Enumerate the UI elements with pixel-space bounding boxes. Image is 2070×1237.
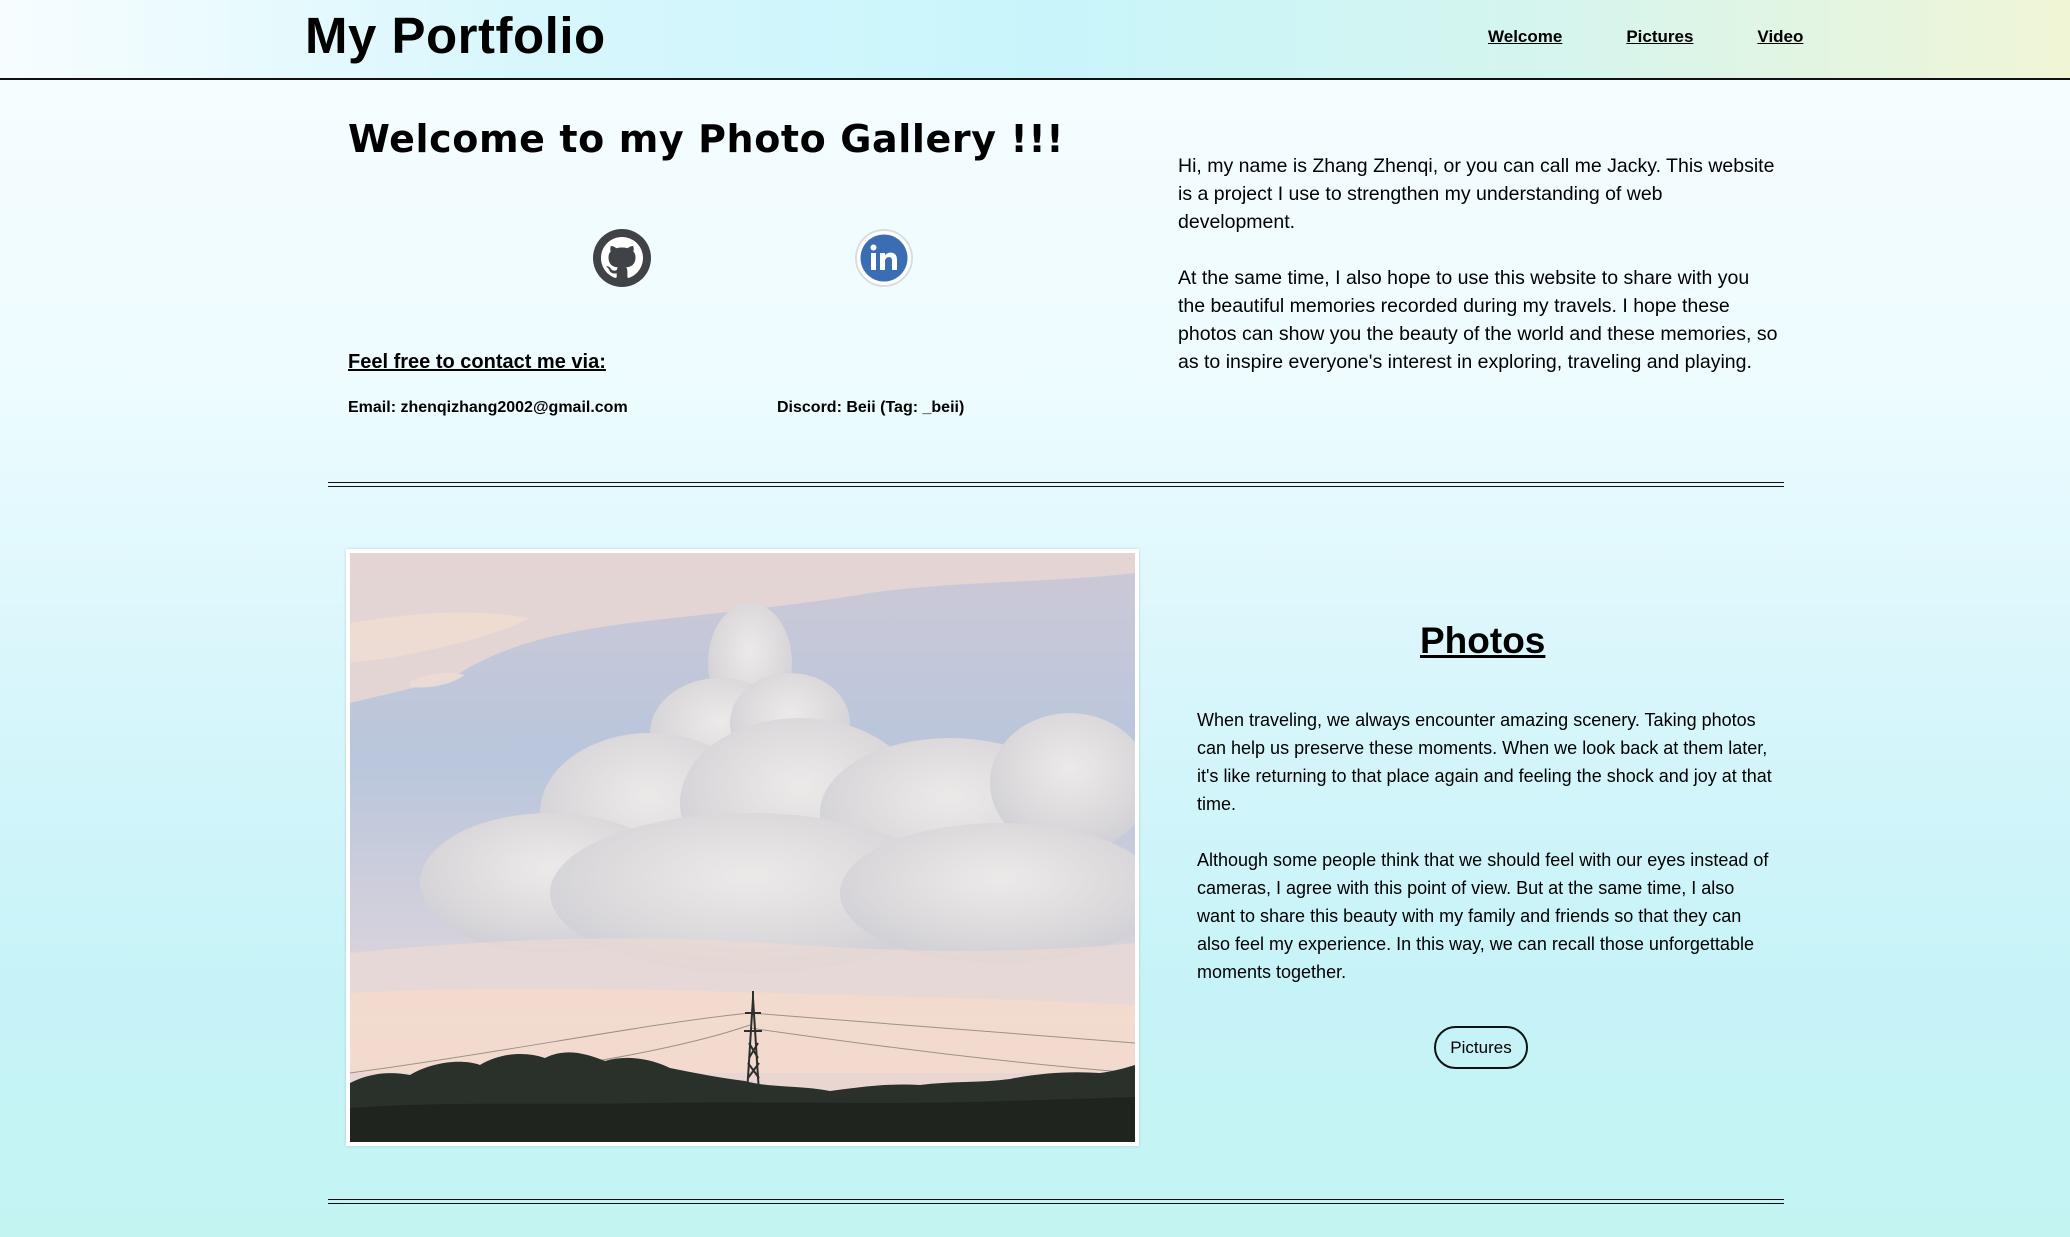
intro-paragraph: Hi, my name is Zhang Zhenqi, or you can … xyxy=(1178,155,1775,233)
contact-email: Email: zhenqizhang2002@gmail.com xyxy=(348,399,628,416)
section-divider xyxy=(328,482,1784,487)
photos-description: When traveling, we always encounter amaz… xyxy=(1197,706,1772,1014)
github-icon xyxy=(593,229,651,287)
contact-heading: Feel free to contact me via: xyxy=(348,351,606,373)
main-nav: Welcome Pictures Video xyxy=(1488,27,1803,47)
photos-heading: Photos xyxy=(1420,620,1546,661)
sky-cloud-photo xyxy=(350,553,1135,1142)
contact-discord: Discord: Beii (Tag: _beii) xyxy=(777,399,965,416)
linkedin-icon xyxy=(855,229,913,287)
nav-welcome-link[interactable]: Welcome xyxy=(1488,27,1562,47)
linkedin-link[interactable] xyxy=(854,228,914,288)
pictures-button[interactable]: Pictures xyxy=(1434,1026,1528,1069)
intro-text: Hi, my name is Zhang Zhenqi, or you can … xyxy=(1178,152,1778,404)
featured-photo xyxy=(346,549,1139,1146)
welcome-heading: Welcome to my Photo Gallery !!! xyxy=(348,117,1065,161)
top-navbar: My Portfolio Welcome Pictures Video xyxy=(0,0,2070,80)
nav-pictures-link[interactable]: Pictures xyxy=(1626,27,1693,47)
section-divider xyxy=(328,1199,1784,1204)
nav-video-link[interactable]: Video xyxy=(1757,27,1803,47)
photos-paragraph: When traveling, we always encounter amaz… xyxy=(1197,710,1772,814)
brand-title: My Portfolio xyxy=(305,7,606,64)
github-link[interactable] xyxy=(592,228,652,288)
intro-paragraph: At the same time, I also hope to use thi… xyxy=(1178,267,1778,373)
photos-paragraph: Although some people think that we shoul… xyxy=(1197,850,1769,982)
